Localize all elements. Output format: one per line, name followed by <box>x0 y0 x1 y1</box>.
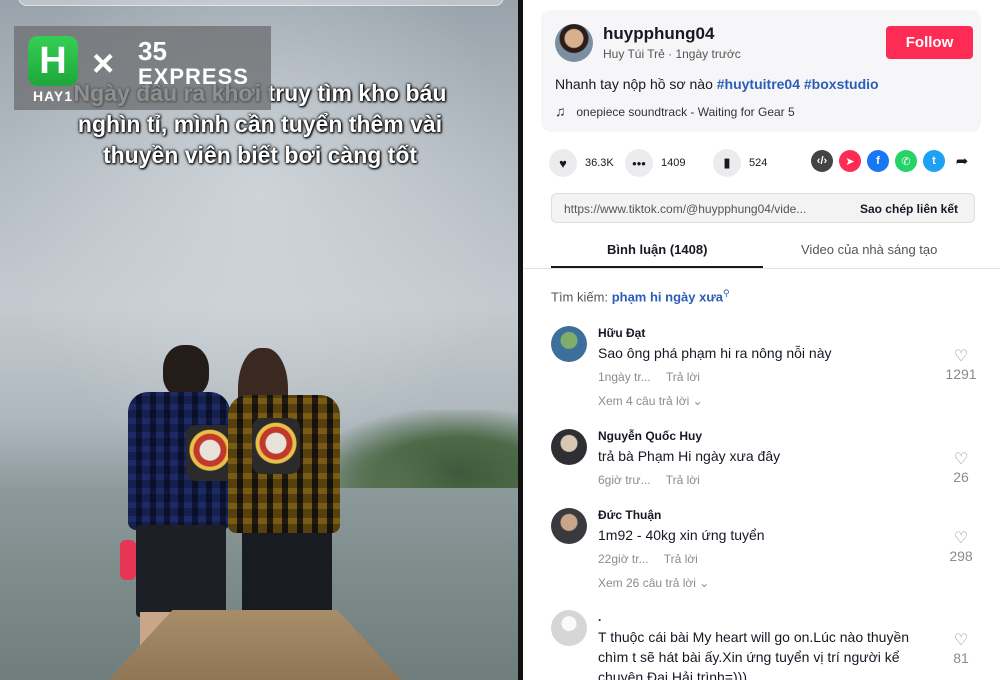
comment-item: . T thuộc cái bài My heart will go on.Lú… <box>551 610 971 680</box>
music-title: onepiece soundtrack - Waiting for Gear 5 <box>576 105 795 119</box>
drink-bottle <box>120 540 136 580</box>
comment-like-count: 298 <box>949 548 973 564</box>
comment-like-button[interactable]: ♡ 26 <box>941 449 981 485</box>
bookmark-icon: ▮ <box>713 149 741 177</box>
save-count: 524 <box>749 157 768 169</box>
heart-outline-icon: ♡ <box>953 451 969 468</box>
whatsapp-icon[interactable]: ✆ <box>895 150 917 172</box>
heart-outline-icon: ♡ <box>953 632 969 649</box>
author-username[interactable]: huypphung04 <box>603 24 714 44</box>
comment-like-count: 26 <box>953 469 969 485</box>
like-button[interactable]: ♥ 36.3K <box>549 148 614 178</box>
comment-time: 1ngày tr... <box>598 370 651 384</box>
comment-like-button[interactable]: ♡ 81 <box>941 630 981 666</box>
hashtag-link[interactable]: #huytuitre04 <box>717 76 800 92</box>
reply-button[interactable]: Trả lời <box>664 552 698 566</box>
avatar[interactable] <box>551 326 587 362</box>
comment-count: 1409 <box>661 157 686 169</box>
comment-like-count: 81 <box>953 650 969 666</box>
twitter-icon[interactable]: t <box>923 150 945 172</box>
search-hint-prefix: Tìm kiếm: <box>551 289 609 305</box>
save-button[interactable]: ▮ 524 <box>713 148 767 178</box>
comment-author[interactable]: Nguyễn Quốc Huy <box>598 429 702 443</box>
video-player[interactable]: Ngày đầu ra khơi truy tìm kho báu nghìn … <box>0 0 518 680</box>
embed-icon[interactable]: ‹/› <box>811 150 833 172</box>
panel-tabs: Bình luận (1408) Video của nhà sáng tạo <box>551 234 977 268</box>
reply-button[interactable]: Trả lời <box>666 370 700 384</box>
tab-comments[interactable]: Bình luận (1408) <box>607 242 707 257</box>
heart-outline-icon: ♡ <box>953 530 969 547</box>
partner-number: 35 <box>138 36 167 66</box>
hay1-text: HAY1 <box>32 88 74 104</box>
comment-text: 1m92 - 40kg xin ứng tuyển <box>598 527 765 543</box>
comment-text: trả bà Phạm Hi ngày xưa đây <box>598 448 781 464</box>
comment-like-button[interactable]: ♡ 1291 <box>941 346 981 382</box>
tab-creator-videos[interactable]: Video của nhà sáng tạo <box>801 242 937 257</box>
description-text: Nhanh tay nộp hồ sơ nào <box>555 76 713 92</box>
music-note-icon: ♫ <box>555 103 566 119</box>
music-link[interactable]: ♫ onepiece soundtrack - Waiting for Gear… <box>555 103 795 119</box>
video-link-box: https://www.tiktok.com/@huypphung04/vide… <box>551 193 975 223</box>
author-nickname-date: Huy Túi Trẻ · 1ngày trước <box>603 47 741 61</box>
heart-icon: ♥ <box>549 149 577 177</box>
avatar[interactable] <box>551 508 587 544</box>
hashtag-link[interactable]: #boxstudio <box>804 76 879 92</box>
action-bar: ♥ 36.3K ••• 1409 ▮ 524 ‹/› ➤ f ✆ t ➦ <box>549 148 989 178</box>
comment-item: Hữu Đạt Sao ông phá phạm hi ra nông nỗi … <box>551 326 977 416</box>
post-description: Nhanh tay nộp hồ sơ nào #huytuitre04 #bo… <box>555 76 879 92</box>
chevron-down-icon: ⌄ <box>692 394 703 408</box>
like-count: 36.3K <box>585 157 614 169</box>
search-hint-query[interactable]: phạm hi ngày xưa <box>612 289 723 304</box>
chevron-down-icon: ⌄ <box>699 576 710 590</box>
comment-like-count: 1291 <box>945 366 977 382</box>
comment-button[interactable]: ••• 1409 <box>625 148 685 178</box>
tabs-divider <box>523 268 1000 269</box>
person-shorts <box>136 525 226 617</box>
comment-meta: 1ngày tr... Trả lời <box>598 370 712 384</box>
comment-icon: ••• <box>625 149 653 177</box>
facebook-icon[interactable]: f <box>867 150 889 172</box>
comment-author[interactable]: Đức Thuận <box>598 508 661 522</box>
times-icon: × <box>92 43 115 85</box>
related-search[interactable]: Tìm kiếm: phạm hi ngày xưa⚲ <box>551 288 730 304</box>
partner-name: EXPRESS <box>138 64 249 89</box>
avatar[interactable] <box>551 610 587 646</box>
shirt-print <box>186 425 234 481</box>
copy-link-button[interactable]: Sao chép liên kết <box>844 194 974 224</box>
follow-button[interactable]: Follow <box>886 26 973 59</box>
comment-like-button[interactable]: ♡ 298 <box>941 528 981 564</box>
comment-author[interactable]: . <box>598 610 601 624</box>
search-icon: ⚲ <box>722 288 730 298</box>
video-detail-panel: huypphung04 Huy Túi Trẻ · 1ngày trước Fo… <box>523 0 1000 680</box>
shirt-print <box>252 418 300 474</box>
comment-time: 22giờ tr... <box>598 552 649 566</box>
send-icon[interactable]: ➤ <box>839 150 861 172</box>
comment-author[interactable]: Hữu Đạt <box>598 326 645 340</box>
view-replies-label: Xem 26 câu trả lời <box>598 576 696 590</box>
comment-item: Nguyễn Quốc Huy trả bà Phạm Hi ngày xưa … <box>551 429 971 499</box>
top-search-strip <box>18 0 504 6</box>
heart-outline-icon: ♡ <box>953 348 969 365</box>
comment-item: Đức Thuận 1m92 - 40kg xin ứng tuyển 22gi… <box>551 508 973 598</box>
avatar[interactable] <box>551 429 587 465</box>
share-arrow-icon[interactable]: ➦ <box>951 150 973 172</box>
author-card: huypphung04 Huy Túi Trẻ · 1ngày trước Fo… <box>541 10 981 132</box>
comment-time: 6giờ trư... <box>598 473 651 487</box>
reply-button[interactable]: Trả lời <box>666 473 700 487</box>
view-replies-button[interactable]: Xem 4 câu trả lời ⌄ <box>598 394 703 408</box>
person-head <box>163 345 209 397</box>
view-replies-button[interactable]: Xem 26 câu trả lời ⌄ <box>598 576 709 590</box>
comment-meta: 6giờ trư... Trả lời <box>598 473 712 487</box>
video-url[interactable]: https://www.tiktok.com/@huypphung04/vide… <box>564 202 840 216</box>
comment-meta: 22giờ tr... Trả lời <box>598 552 710 566</box>
comment-text: Sao ông phá phạm hi ra nông nỗi này <box>598 345 832 361</box>
hay1-logo: H <box>28 36 78 86</box>
avatar[interactable] <box>555 24 593 62</box>
comment-text: T thuộc cái bài My heart will go on.Lúc … <box>598 629 910 680</box>
view-replies-label: Xem 4 câu trả lời <box>598 394 690 408</box>
